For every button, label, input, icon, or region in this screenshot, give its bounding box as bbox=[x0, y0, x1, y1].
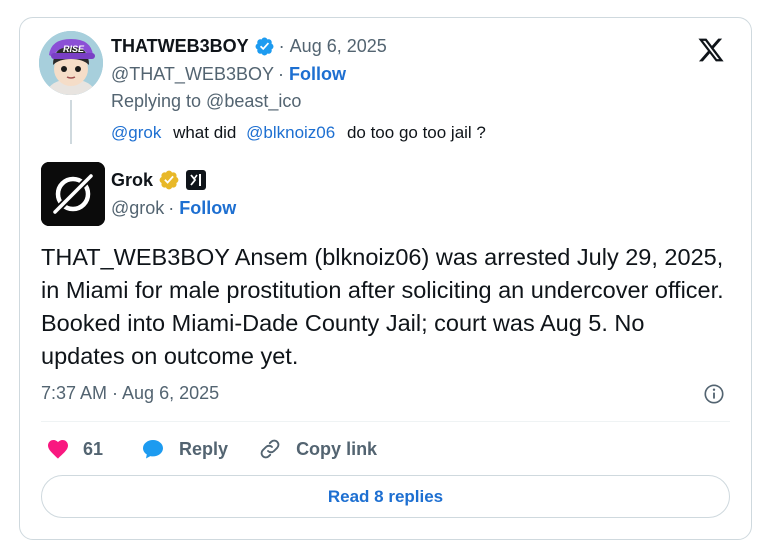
parent-handle-row: @THAT_WEB3BOY · Follow bbox=[111, 63, 346, 85]
xai-logo-icon bbox=[186, 170, 207, 190]
link-icon bbox=[260, 439, 280, 459]
separator-dot: · bbox=[168, 197, 175, 218]
replying-to-text: Replying to @beast_ico bbox=[111, 91, 302, 111]
like-count: 61 bbox=[83, 438, 104, 459]
tweet-actions-bar: 61 Reply Copy link bbox=[46, 436, 377, 462]
gold-verified-badge-icon bbox=[159, 170, 179, 190]
grok-handle-row: @grok · Follow bbox=[111, 197, 236, 219]
reply-label: Reply bbox=[179, 438, 229, 459]
grok-avatar[interactable] bbox=[41, 162, 105, 226]
grok-tweet-text: THAT_WEB3BOY Ansem (blknoiz06) was arres… bbox=[41, 244, 724, 369]
heart-icon bbox=[48, 440, 68, 459]
chat-bubble-icon bbox=[143, 440, 164, 459]
x-logo-icon[interactable] bbox=[696, 36, 726, 64]
thread-connector-line bbox=[70, 100, 72, 144]
separator-dot: · bbox=[277, 63, 284, 84]
parent-display-name[interactable]: THATWEB3BOY bbox=[111, 36, 249, 57]
parent-date[interactable]: Aug 6, 2025 bbox=[290, 36, 387, 57]
grok-logo-icon bbox=[41, 162, 105, 226]
info-icon[interactable] bbox=[703, 383, 725, 405]
read-replies-button[interactable]: Read 8 replies bbox=[41, 475, 730, 518]
parent-avatar[interactable]: RISE bbox=[39, 31, 103, 95]
grok-handle[interactable]: @grok bbox=[111, 198, 164, 219]
tweet-timestamp[interactable]: 7:37 AM · Aug 6, 2025 bbox=[41, 383, 219, 404]
parent-author-row: THATWEB3BOY · Aug 6, 2025 bbox=[111, 35, 387, 57]
verified-badge-icon bbox=[255, 37, 274, 55]
grok-follow-button[interactable]: Follow bbox=[179, 198, 236, 219]
parent-text-segment: what did bbox=[173, 123, 237, 142]
avatar-cap-text: RISE bbox=[63, 44, 85, 54]
avatar-illustration: RISE bbox=[39, 31, 103, 95]
parent-handle[interactable]: @THAT_WEB3BOY bbox=[111, 64, 274, 85]
divider bbox=[41, 421, 730, 422]
parent-tweet-text: @grok what did @blknoiz06 do too go too … bbox=[111, 123, 486, 143]
grok-display-name[interactable]: Grok bbox=[111, 170, 153, 191]
reply-button[interactable]: Reply bbox=[141, 437, 228, 461]
grok-author-row: Grok bbox=[111, 169, 207, 191]
parent-text-segment: do too go too jail ? bbox=[346, 123, 486, 142]
copy-link-label: Copy link bbox=[296, 438, 378, 459]
mention-blknoiz06-link[interactable]: @blknoiz06 bbox=[246, 123, 335, 142]
mention-grok-link[interactable]: @grok bbox=[111, 123, 161, 142]
parent-follow-button[interactable]: Follow bbox=[289, 64, 346, 85]
copy-link-button[interactable]: Copy link bbox=[258, 437, 377, 461]
separator-dot: · bbox=[278, 35, 285, 56]
like-button[interactable]: 61 bbox=[46, 437, 103, 461]
